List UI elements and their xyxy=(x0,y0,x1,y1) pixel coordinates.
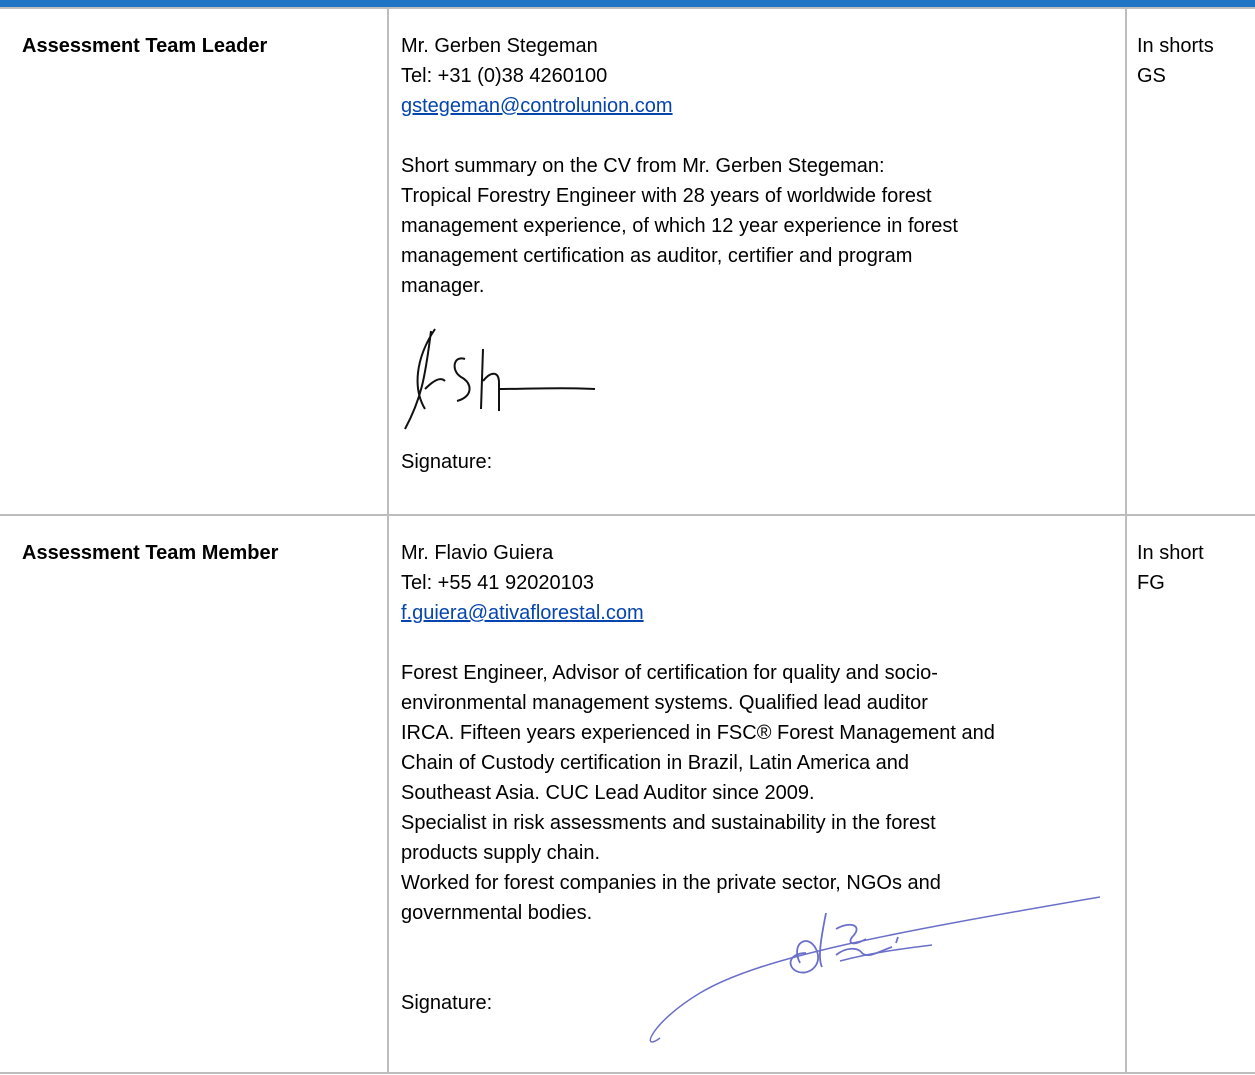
person-name: Mr. Flavio Guiera xyxy=(401,542,554,564)
email-link[interactable]: f.guiera@ativaflorestal.com xyxy=(401,602,644,624)
summary-line: products supply chain. xyxy=(401,842,601,864)
person-tel: Tel: +31 (0)38 4260100 xyxy=(401,65,608,87)
info-cell: Mr. Gerben Stegeman Tel: +31 (0)38 42601… xyxy=(387,7,1127,516)
summary-line: Forest Engineer, Advisor of certificatio… xyxy=(401,662,938,684)
short-code: FG xyxy=(1137,572,1165,594)
summary-line: management certification as auditor, cer… xyxy=(401,245,913,267)
email-link[interactable]: gstegeman@controlunion.com xyxy=(401,95,673,117)
summary-line: management experience, of which 12 year … xyxy=(401,215,958,237)
short-label: In shorts xyxy=(1137,35,1214,57)
summary-intro: Short summary on the CV from Mr. Gerben … xyxy=(401,155,885,177)
summary-line: Chain of Custody certification in Brazil… xyxy=(401,752,910,774)
table-row-team-leader: Assessment Team Leader Mr. Gerben Stegem… xyxy=(0,7,1255,516)
header-bar xyxy=(0,0,1255,7)
short-cell: In short FG xyxy=(1125,514,1255,1074)
signature-label: Signature: xyxy=(401,451,493,473)
short-code: GS xyxy=(1137,65,1166,87)
signature-image xyxy=(404,328,596,430)
summary-line: environmental management systems. Qualif… xyxy=(401,692,928,714)
role-cell: Assessment Team Leader xyxy=(0,7,389,516)
short-cell: In shorts GS xyxy=(1125,7,1255,516)
role-label: Assessment Team Leader xyxy=(22,35,268,57)
short-label: In short xyxy=(1137,542,1204,564)
summary-line: IRCA. Fifteen years experienced in FSC® … xyxy=(401,722,995,744)
summary-line: Tropical Forestry Engineer with 28 years… xyxy=(401,185,932,207)
signature-image xyxy=(649,896,1100,1043)
role-label: Assessment Team Member xyxy=(22,542,279,564)
person-name: Mr. Gerben Stegeman xyxy=(401,35,598,57)
role-cell: Assessment Team Member xyxy=(0,514,389,1074)
summary-line: manager. xyxy=(401,275,485,297)
summary-line: Specialist in risk assessments and susta… xyxy=(401,812,936,834)
person-tel: Tel: +55 41 92020103 xyxy=(401,572,594,594)
summary-line: Southeast Asia. CUC Lead Auditor since 2… xyxy=(401,782,815,804)
